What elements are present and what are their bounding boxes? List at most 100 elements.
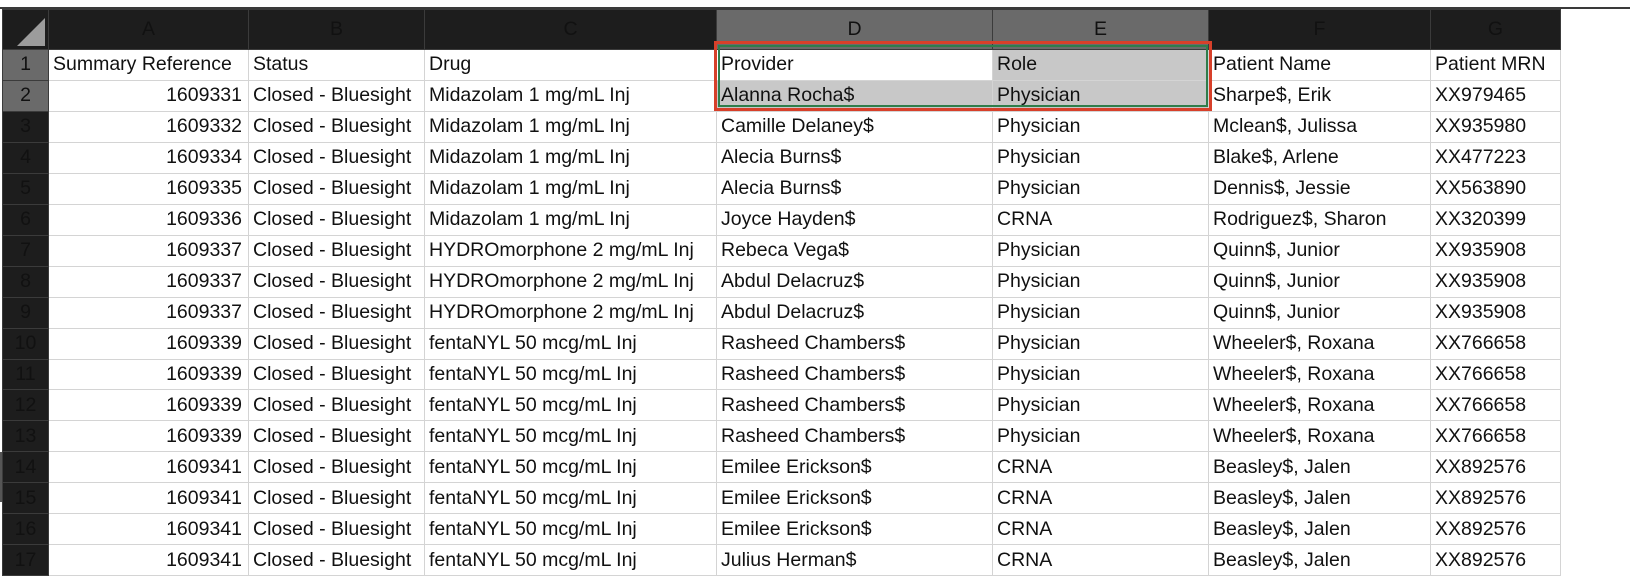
cell-role[interactable]: Physician bbox=[992, 296, 1209, 329]
header-cell-provider[interactable]: Provider bbox=[716, 49, 993, 81]
cell-drug[interactable]: fentaNYL 50 mcg/mL Inj bbox=[424, 389, 717, 422]
cell-patient-mrn[interactable]: XX892576 bbox=[1430, 513, 1561, 546]
cell-patient-mrn[interactable]: XX892576 bbox=[1430, 482, 1561, 515]
cell-summary-reference[interactable]: 1609341 bbox=[48, 513, 249, 546]
cell-summary-reference[interactable]: 1609339 bbox=[48, 389, 249, 422]
cell-drug[interactable]: Midazolam 1 mg/mL Inj bbox=[424, 79, 717, 112]
cell-status[interactable]: Closed - Bluesight bbox=[248, 420, 425, 453]
cell-summary-reference[interactable]: 1609341 bbox=[48, 451, 249, 484]
cell-provider[interactable]: Alecia Burns$ bbox=[716, 172, 993, 205]
cell-role[interactable]: Physician bbox=[992, 79, 1209, 112]
cell-patient-name[interactable]: Beasley$, Jalen bbox=[1208, 513, 1431, 546]
cell-role[interactable]: CRNA bbox=[992, 203, 1209, 236]
cell-patient-name[interactable]: Wheeler$, Roxana bbox=[1208, 327, 1431, 360]
cell-drug[interactable]: HYDROmorphone 2 mg/mL Inj bbox=[424, 265, 717, 298]
cell-provider[interactable]: Rasheed Chambers$ bbox=[716, 327, 993, 360]
row-header[interactable]: 2 bbox=[2, 79, 49, 112]
cell-patient-mrn[interactable]: XX766658 bbox=[1430, 420, 1561, 453]
cell-status[interactable]: Closed - Bluesight bbox=[248, 358, 425, 391]
cell-patient-name[interactable]: Sharpe$, Erik bbox=[1208, 79, 1431, 112]
cell-provider[interactable]: Rasheed Chambers$ bbox=[716, 389, 993, 422]
cell-patient-mrn[interactable]: XX935908 bbox=[1430, 234, 1561, 267]
cell-patient-name[interactable]: Beasley$, Jalen bbox=[1208, 482, 1431, 515]
cell-status[interactable]: Closed - Bluesight bbox=[248, 172, 425, 205]
cell-patient-name[interactable]: Rodriguez$, Sharon bbox=[1208, 203, 1431, 236]
cell-status[interactable]: Closed - Bluesight bbox=[248, 265, 425, 298]
cell-drug[interactable]: fentaNYL 50 mcg/mL Inj bbox=[424, 327, 717, 360]
row-header[interactable]: 15 bbox=[2, 482, 49, 515]
cell-role[interactable]: CRNA bbox=[992, 451, 1209, 484]
cell-role[interactable]: Physician bbox=[992, 327, 1209, 360]
cell-status[interactable]: Closed - Bluesight bbox=[248, 203, 425, 236]
cell-summary-reference[interactable]: 1609334 bbox=[48, 141, 249, 174]
cell-patient-name[interactable]: Wheeler$, Roxana bbox=[1208, 389, 1431, 422]
cell-drug[interactable]: fentaNYL 50 mcg/mL Inj bbox=[424, 358, 717, 391]
cell-patient-mrn[interactable]: XX935908 bbox=[1430, 296, 1561, 329]
cell-summary-reference[interactable]: 1609341 bbox=[48, 482, 249, 515]
cell-provider[interactable]: Abdul Delacruz$ bbox=[716, 296, 993, 329]
cell-summary-reference[interactable]: 1609337 bbox=[48, 234, 249, 267]
cell-status[interactable]: Closed - Bluesight bbox=[248, 79, 425, 112]
cell-role[interactable]: Physician bbox=[992, 110, 1209, 143]
row-header-1[interactable]: 1 bbox=[2, 49, 49, 81]
cell-status[interactable]: Closed - Bluesight bbox=[248, 544, 425, 576]
column-header-d[interactable]: D bbox=[716, 9, 993, 50]
cell-patient-mrn[interactable]: XX935908 bbox=[1430, 265, 1561, 298]
cell-patient-mrn[interactable]: XX892576 bbox=[1430, 544, 1561, 576]
row-header[interactable]: 13 bbox=[2, 420, 49, 453]
row-header[interactable]: 14 bbox=[2, 451, 49, 484]
row-header[interactable]: 4 bbox=[2, 141, 49, 174]
cell-drug[interactable]: fentaNYL 50 mcg/mL Inj bbox=[424, 482, 717, 515]
cell-summary-reference[interactable]: 1609337 bbox=[48, 296, 249, 329]
row-header[interactable]: 11 bbox=[2, 358, 49, 391]
cell-drug[interactable]: HYDROmorphone 2 mg/mL Inj bbox=[424, 296, 717, 329]
cell-patient-mrn[interactable]: XX892576 bbox=[1430, 451, 1561, 484]
cell-patient-mrn[interactable]: XX766658 bbox=[1430, 389, 1561, 422]
column-header-b[interactable]: B bbox=[248, 9, 425, 50]
column-header-f[interactable]: F bbox=[1208, 9, 1431, 50]
cell-provider[interactable]: Julius Herman$ bbox=[716, 544, 993, 576]
cell-patient-mrn[interactable]: XX935980 bbox=[1430, 110, 1561, 143]
row-header[interactable]: 10 bbox=[2, 327, 49, 360]
cell-drug[interactable]: fentaNYL 50 mcg/mL Inj bbox=[424, 451, 717, 484]
cell-summary-reference[interactable]: 1609339 bbox=[48, 327, 249, 360]
cell-summary-reference[interactable]: 1609331 bbox=[48, 79, 249, 112]
cell-drug[interactable]: fentaNYL 50 mcg/mL Inj bbox=[424, 544, 717, 576]
cell-provider[interactable]: Rasheed Chambers$ bbox=[716, 358, 993, 391]
cell-summary-reference[interactable]: 1609341 bbox=[48, 544, 249, 576]
cell-role[interactable]: CRNA bbox=[992, 544, 1209, 576]
cell-role[interactable]: Physician bbox=[992, 234, 1209, 267]
cell-provider[interactable]: Rasheed Chambers$ bbox=[716, 420, 993, 453]
cell-patient-mrn[interactable]: XX477223 bbox=[1430, 141, 1561, 174]
cell-provider[interactable]: Joyce Hayden$ bbox=[716, 203, 993, 236]
cell-status[interactable]: Closed - Bluesight bbox=[248, 141, 425, 174]
cell-patient-name[interactable]: Wheeler$, Roxana bbox=[1208, 420, 1431, 453]
row-header[interactable]: 8 bbox=[2, 265, 49, 298]
cell-role[interactable]: CRNA bbox=[992, 482, 1209, 515]
cell-role[interactable]: Physician bbox=[992, 420, 1209, 453]
cell-patient-mrn[interactable]: XX979465 bbox=[1430, 79, 1561, 112]
cell-drug[interactable]: HYDROmorphone 2 mg/mL Inj bbox=[424, 234, 717, 267]
cell-patient-mrn[interactable]: XX563890 bbox=[1430, 172, 1561, 205]
row-header[interactable]: 3 bbox=[2, 110, 49, 143]
cell-summary-reference[interactable]: 1609337 bbox=[48, 265, 249, 298]
cell-status[interactable]: Closed - Bluesight bbox=[248, 296, 425, 329]
cell-provider[interactable]: Abdul Delacruz$ bbox=[716, 265, 993, 298]
row-header[interactable]: 16 bbox=[2, 513, 49, 546]
cell-provider[interactable]: Camille Delaney$ bbox=[716, 110, 993, 143]
header-cell-role[interactable]: Role bbox=[992, 49, 1209, 81]
cell-role[interactable]: CRNA bbox=[992, 513, 1209, 546]
cell-status[interactable]: Closed - Bluesight bbox=[248, 234, 425, 267]
cell-summary-reference[interactable]: 1609339 bbox=[48, 358, 249, 391]
cell-provider[interactable]: Rebeca Vega$ bbox=[716, 234, 993, 267]
cell-patient-name[interactable]: Beasley$, Jalen bbox=[1208, 544, 1431, 576]
cell-provider[interactable]: Emilee Erickson$ bbox=[716, 451, 993, 484]
cell-role[interactable]: Physician bbox=[992, 141, 1209, 174]
cell-patient-mrn[interactable]: XX766658 bbox=[1430, 358, 1561, 391]
cell-summary-reference[interactable]: 1609335 bbox=[48, 172, 249, 205]
cell-role[interactable]: Physician bbox=[992, 265, 1209, 298]
cell-status[interactable]: Closed - Bluesight bbox=[248, 110, 425, 143]
cell-provider[interactable]: Emilee Erickson$ bbox=[716, 482, 993, 515]
cell-status[interactable]: Closed - Bluesight bbox=[248, 482, 425, 515]
row-header[interactable]: 12 bbox=[2, 389, 49, 422]
